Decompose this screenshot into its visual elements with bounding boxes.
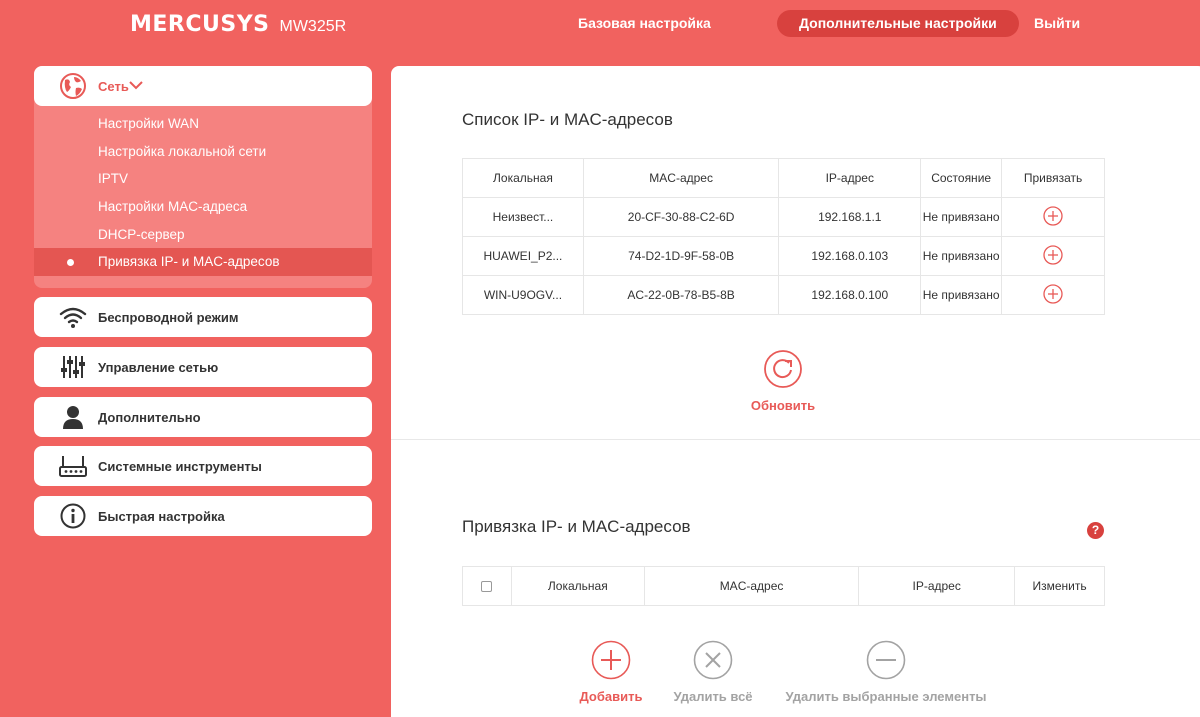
ip-mac-list-table: Локальная MAC-адрес IP-адрес Состояние П… (462, 158, 1105, 315)
cell-bind (1001, 236, 1105, 276)
ip-mac-list-title: Список IP- и MAC-адресов (462, 110, 673, 129)
cell-ip: 192.168.0.103 (778, 236, 922, 276)
sidebar-item-network-label: Сеть (98, 78, 129, 94)
logo: MERCUSYS MW325R (130, 12, 346, 37)
sidebar-item-ip-mac-binding-label: Привязка IP- и MAC-адресов (98, 254, 280, 269)
cell-mac: AC-22-0B-78-B5-8B (582, 275, 780, 315)
binding-title: Привязка IP- и MAC-адресов (462, 517, 691, 536)
user-icon (58, 402, 88, 432)
add-label: Добавить (579, 689, 643, 704)
delete-selected-label: Удалить выбранные элементы (785, 689, 987, 704)
delete-selected-button[interactable]: Удалить выбранные элементы (776, 640, 996, 704)
nav-logout[interactable]: Выйти (1012, 10, 1102, 37)
bind-plus-icon[interactable] (1043, 244, 1063, 268)
cell-bind (1001, 275, 1105, 315)
select-all-cell (462, 566, 512, 606)
column-header: Локальная (462, 158, 584, 198)
column-header: Локальная (510, 566, 645, 606)
cell-mac: 74-D2-1D-9F-58-0B (582, 236, 780, 276)
sidebar-item-system-tools-label: Системные инструменты (98, 458, 262, 474)
binding-table: Локальная MAC-адрес IP-адрес Изменить (462, 566, 1105, 606)
chevron-down-icon (129, 77, 143, 95)
cell-name: Неизвест... (462, 197, 584, 237)
sidebar-item-network[interactable]: Сеть (34, 66, 372, 106)
cell-status: Не привязано (920, 236, 1003, 276)
table-row: HUAWEI_P2... 74-D2-1D-9F-58-0B 192.168.0… (462, 236, 1105, 276)
column-header: MAC-адрес (643, 566, 860, 606)
sidebar-item-system-tools[interactable]: Системные инструменты (34, 446, 372, 486)
wifi-icon (58, 302, 88, 332)
section-divider (391, 439, 1200, 440)
globe-icon (58, 71, 88, 101)
plus-circle-icon (591, 640, 631, 684)
table-row: Неизвест... 20-CF-30-88-C2-6D 192.168.1.… (462, 197, 1105, 237)
active-dot (67, 259, 74, 266)
sidebar-item-iptv[interactable]: IPTV (34, 165, 372, 193)
sidebar-item-advanced[interactable]: Дополнительно (34, 397, 372, 437)
cell-bind (1001, 197, 1105, 237)
brand-name: MERCUSYS (130, 12, 270, 37)
info-icon (58, 501, 88, 531)
sidebar-item-mac-settings[interactable]: Настройки MAC-адреса (34, 193, 372, 221)
sidebar-item-network-control-label: Управление сетью (98, 359, 219, 375)
model-name: MW325R (279, 18, 347, 35)
delete-all-label: Удалить всё (673, 689, 753, 704)
refresh-label: Обновить (750, 398, 816, 413)
column-header: Изменить (1014, 566, 1105, 606)
sidebar-network-group: Сеть Настройки WAN Настройка локальной с… (34, 66, 372, 288)
help-icon[interactable]: ? (1087, 522, 1104, 539)
nav-basic-settings[interactable]: Базовая настройка (556, 10, 733, 37)
sidebar-item-dhcp[interactable]: DHCP-сервер (34, 221, 372, 249)
cell-name: HUAWEI_P2... (462, 236, 584, 276)
sidebar-item-advanced-label: Дополнительно (98, 409, 201, 425)
sidebar-item-lan[interactable]: Настройка локальной сети (34, 138, 372, 166)
column-header: Состояние (920, 158, 1003, 198)
table-header-row: Локальная MAC-адрес IP-адрес Состояние П… (462, 158, 1105, 198)
table-header-row: Локальная MAC-адрес IP-адрес Изменить (462, 566, 1105, 606)
cell-ip: 192.168.1.1 (778, 197, 922, 237)
add-button[interactable]: Добавить (571, 640, 651, 704)
cell-name: WIN-U9OGV... (462, 275, 584, 315)
bind-plus-icon[interactable] (1043, 283, 1063, 307)
cell-status: Не привязано (920, 197, 1003, 237)
column-header: IP-адрес (858, 566, 1016, 606)
refresh-icon (763, 350, 803, 393)
bind-plus-icon[interactable] (1043, 205, 1063, 229)
close-circle-icon (693, 640, 733, 684)
sidebar-item-wan[interactable]: Настройки WAN (34, 110, 372, 138)
delete-all-button[interactable]: Удалить всё (663, 640, 763, 704)
column-header: Привязать (1001, 158, 1105, 198)
sidebar-item-wireless[interactable]: Беспроводной режим (34, 297, 372, 337)
top-bar: MERCUSYS MW325R Базовая настройка Дополн… (0, 0, 1200, 46)
sidebar-item-network-control[interactable]: Управление сетью (34, 347, 372, 387)
cell-status: Не привязано (920, 275, 1003, 315)
cell-ip: 192.168.0.100 (778, 275, 922, 315)
sidebar-item-quick-setup-label: Быстрая настройка (98, 508, 225, 524)
table-row: WIN-U9OGV... AC-22-0B-78-B5-8B 192.168.0… (462, 275, 1105, 315)
column-header: IP-адрес (778, 158, 922, 198)
main-panel: Список IP- и MAC-адресов Локальная MAC-а… (391, 66, 1200, 717)
sliders-icon (58, 352, 88, 382)
router-icon (58, 451, 88, 481)
refresh-button[interactable]: Обновить (743, 349, 823, 413)
minus-circle-icon (866, 640, 906, 684)
sidebar-item-ip-mac-binding[interactable]: Привязка IP- и MAC-адресов (34, 248, 372, 276)
cell-mac: 20-CF-30-88-C2-6D (582, 197, 780, 237)
nav-advanced-settings[interactable]: Дополнительные настройки (777, 10, 1019, 37)
sidebar-item-quick-setup[interactable]: Быстрая настройка (34, 496, 372, 536)
select-all-checkbox[interactable] (481, 581, 493, 593)
sidebar-item-wireless-label: Беспроводной режим (98, 309, 239, 325)
column-header: MAC-адрес (582, 158, 780, 198)
